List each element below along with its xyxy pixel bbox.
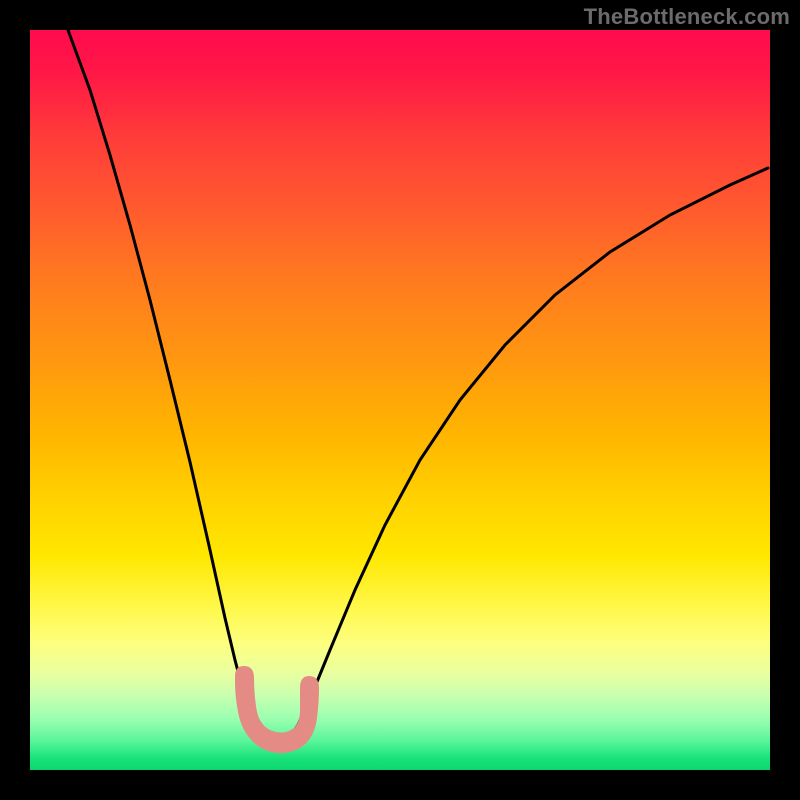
salmon-marker	[235, 666, 319, 753]
plot-area	[30, 30, 770, 770]
chart-frame: TheBottleneck.com	[0, 0, 800, 800]
watermark-text: TheBottleneck.com	[584, 4, 790, 30]
curve-layer	[30, 30, 770, 770]
bottleneck-curve	[68, 30, 768, 750]
